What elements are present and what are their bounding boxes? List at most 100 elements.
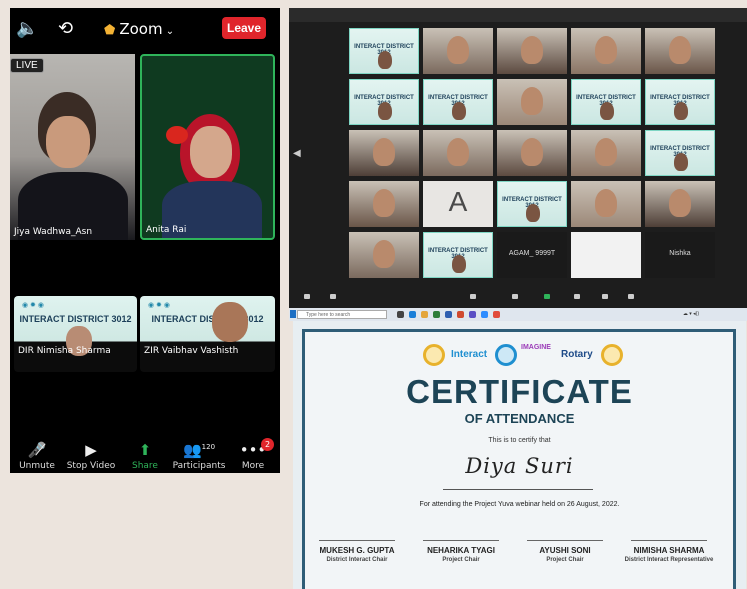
- gallery-video-tile[interactable]: INTERACT DISTRICT 3012: [423, 79, 493, 125]
- more-button[interactable]: ••• More 2: [226, 438, 280, 471]
- gallery-video-tile[interactable]: [571, 130, 641, 176]
- participant-face: [378, 102, 392, 120]
- gallery-video-tile[interactable]: [423, 130, 493, 176]
- video-camera-icon: ▶: [85, 441, 97, 459]
- video-tile-nimisha[interactable]: ◉ ✹ ◉ INTERACT DISTRICT 3012 DIR Nimisha…: [14, 296, 137, 372]
- participant-face: [373, 189, 395, 217]
- recipient-name: Diya Suri: [465, 454, 574, 478]
- word-icon[interactable]: [445, 311, 452, 318]
- participant-face: [595, 36, 617, 64]
- certificate-title: CERTIFICATE: [406, 373, 633, 410]
- signature-image: [527, 517, 603, 541]
- stop-video-button[interactable]: ▶ Stop Video: [64, 441, 118, 471]
- share-screen-button[interactable]: [535, 294, 559, 300]
- signatory-role: District Interact Chair: [326, 557, 388, 563]
- video-tile-anita-active-speaker[interactable]: Anita Rai: [140, 54, 275, 240]
- security-shield-icon: ⬟: [104, 23, 116, 38]
- share-button[interactable]: ⬆ Share: [118, 441, 172, 471]
- gallery-video-tile[interactable]: INTERACT DISTRICT 3012: [645, 130, 715, 176]
- task-view-icon[interactable]: [397, 311, 404, 318]
- excel-icon[interactable]: [433, 311, 440, 318]
- tile-banner: INTERACT DISTRICT 3012: [19, 314, 132, 324]
- gallery-video-tile[interactable]: INTERACT DISTRICT 3012: [497, 181, 567, 227]
- gallery-video-tile[interactable]: [645, 181, 715, 227]
- gallery-video-tile[interactable]: [571, 232, 641, 278]
- certificate-subtitle: OF ATTENDANCE: [464, 411, 575, 426]
- gallery-video-tile[interactable]: [497, 28, 567, 74]
- prev-page-icon[interactable]: ◀: [293, 148, 301, 159]
- participant-face: [452, 255, 466, 273]
- teams-icon[interactable]: [469, 311, 476, 318]
- chat-button[interactable]: [503, 294, 527, 300]
- start-icon[interactable]: [290, 310, 296, 318]
- gallery-video-tile[interactable]: INTERACT DISTRICT 3012: [423, 232, 493, 278]
- switch-camera-icon[interactable]: ⟲: [58, 19, 73, 37]
- participant-face: [600, 102, 614, 120]
- windows-taskbar: Type here to search ☁ ▾ ◂)): [289, 308, 747, 321]
- zoom-taskbar-icon[interactable]: [481, 311, 488, 318]
- meeting-title[interactable]: ⬟ Zoom ⌄: [104, 20, 174, 38]
- gallery-video-tile[interactable]: [423, 28, 493, 74]
- gallery-video-tile[interactable]: INTERACT DISTRICT 3012: [645, 79, 715, 125]
- gallery-video-tile[interactable]: [571, 181, 641, 227]
- reactions-button[interactable]: [593, 294, 617, 300]
- phone-meeting-toolbar: 🎤̸ Unmute ▶ Stop Video ⬆ Share 👥120 Particip…: [10, 435, 280, 473]
- weather-widget[interactable]: ☁ ▾ ◂)): [683, 311, 699, 317]
- taskbar-search-input[interactable]: Type here to search: [297, 310, 387, 319]
- signature-block: AYUSHI SONI Project Chair: [515, 517, 615, 563]
- tile-banner: INTERACT DISTRICT 3012: [151, 314, 264, 324]
- gallery-video-tile[interactable]: [497, 130, 567, 176]
- gallery-video-tile[interactable]: [349, 181, 419, 227]
- participant-face: [212, 302, 248, 342]
- gallery-video-tile[interactable]: [349, 130, 419, 176]
- participant-name: DIR Nimisha Sharma: [18, 346, 111, 356]
- video-tile-jiya[interactable]: LIVE Jiya Wadhwa_Asn: [10, 54, 135, 240]
- leave-button[interactable]: Leave: [222, 17, 266, 39]
- gallery-video-tile[interactable]: [571, 28, 641, 74]
- unmute-button[interactable]: 🎤̸ Unmute: [10, 441, 64, 471]
- record-button[interactable]: [565, 294, 589, 300]
- signatory-name: NEHARIKA TYAGI: [427, 546, 495, 555]
- gallery-video-tile[interactable]: INTERACT DISTRICT 3012: [349, 28, 419, 74]
- participants-button[interactable]: [461, 294, 485, 300]
- participants-button[interactable]: 👥120 Participants: [172, 441, 226, 471]
- gallery-video-tile[interactable]: [497, 79, 567, 125]
- participant-face: [669, 189, 691, 217]
- window-top-bar: [289, 8, 747, 22]
- speaker-icon[interactable]: 🔈: [16, 19, 38, 37]
- recipient-underline: [443, 489, 593, 490]
- attendance-text: For attending the Project Yuva webinar h…: [419, 501, 620, 508]
- participants-count: 120: [201, 443, 216, 451]
- gallery-video-tile[interactable]: INTERACT DISTRICT 3012: [349, 79, 419, 125]
- edge-icon[interactable]: [409, 311, 416, 318]
- banner-logos: ◉ ✹ ◉: [148, 302, 170, 309]
- interact-wheel-icon: [495, 344, 517, 366]
- gallery-video-tile[interactable]: INTERACT DISTRICT 3012: [571, 79, 641, 125]
- interact-logo: Interact: [451, 349, 488, 360]
- participant-name: Anita Rai: [146, 225, 187, 235]
- file-explorer-icon[interactable]: [421, 311, 428, 318]
- gallery-toolbar: [289, 294, 747, 308]
- mute-button[interactable]: [295, 294, 319, 300]
- gallery-video-tile[interactable]: A: [423, 181, 493, 227]
- video-button[interactable]: [321, 294, 345, 300]
- participant-face: [595, 138, 617, 166]
- video-tile-vaibhav[interactable]: ◉ ✹ ◉ INTERACT DISTRICT 3012 ZIR Vaibhav…: [140, 296, 275, 372]
- signature-block: NIMISHA SHARMA District Interact Represe…: [619, 517, 719, 563]
- signature-image: [319, 517, 395, 541]
- zoom-gallery-view: ◀ INTERACT DISTRICT 3012INTERACT DISTRIC…: [289, 8, 747, 321]
- gallery-video-tile[interactable]: [349, 232, 419, 278]
- signatory-role: Project Chair: [442, 557, 480, 563]
- participant-face: [521, 36, 543, 64]
- more-button[interactable]: [619, 294, 643, 300]
- participant-face: [526, 204, 540, 222]
- gallery-video-tile[interactable]: AGAM_ 9999T: [497, 232, 567, 278]
- participants-icon: 👥120: [182, 441, 216, 459]
- signatory-name: NIMISHA SHARMA: [633, 546, 705, 555]
- powerpoint-icon[interactable]: [457, 311, 464, 318]
- gallery-video-tile[interactable]: [645, 28, 715, 74]
- gallery-video-tile[interactable]: Nishka: [645, 232, 715, 278]
- chrome-icon[interactable]: [493, 311, 500, 318]
- signatory-role: District Interact Representative: [624, 557, 714, 563]
- red-flower: [166, 126, 188, 144]
